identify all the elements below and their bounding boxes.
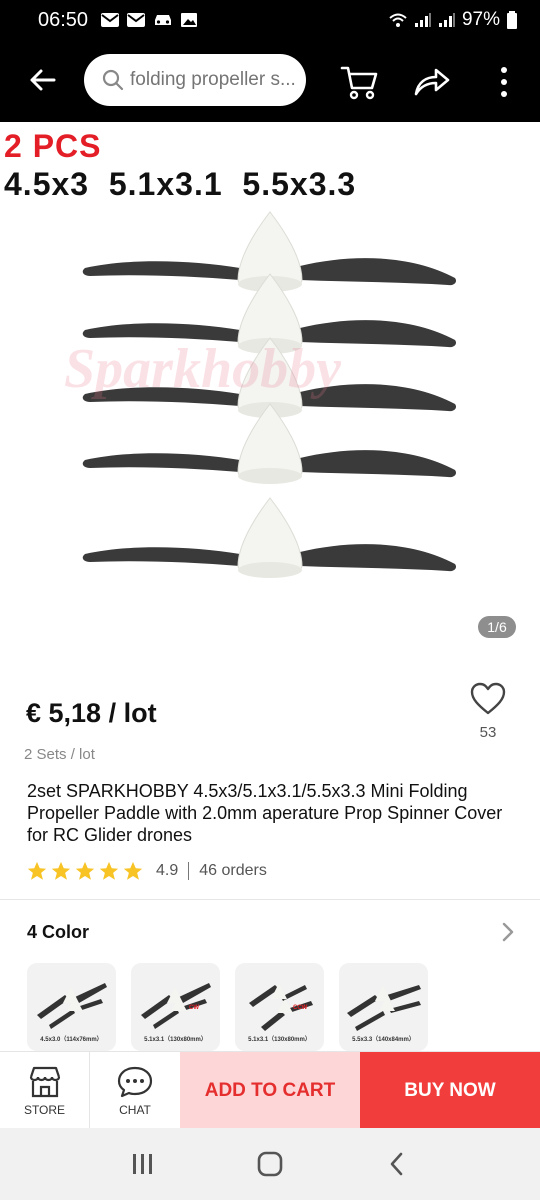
battery-icon — [507, 11, 517, 29]
home-icon — [257, 1151, 283, 1177]
star-icon — [51, 861, 71, 880]
chevron-left-icon — [390, 1152, 402, 1176]
image-icon — [181, 13, 198, 27]
wifi-icon — [389, 13, 407, 27]
status-right: 97% — [388, 9, 518, 31]
bottom-action-bar: STORE CHAT ADD TO CART BUY NOW — [0, 1051, 540, 1129]
share-button[interactable] — [410, 60, 454, 104]
star-icon — [27, 861, 47, 880]
cart-button[interactable] — [338, 60, 382, 104]
watermark: Sparkhobby — [64, 338, 341, 400]
color-option[interactable]: 5.5x3.3（140x84mm） — [339, 963, 428, 1051]
home-button[interactable] — [250, 1144, 290, 1184]
status-time: 06:50 — [38, 8, 89, 31]
orders-count: 46 orders — [199, 862, 267, 879]
store-label: STORE — [23, 1102, 66, 1117]
buy-now-button[interactable]: BUY NOW — [360, 1052, 540, 1129]
wishlist-count: 53 — [479, 724, 497, 741]
color-option-label: 5.1x3.1（130x80mm） — [248, 1037, 311, 1043]
color-options: 4.5x3.0（114x76mm） CW 5.1x3.1（130x80mm） C… — [27, 963, 428, 1051]
more-vertical-icon — [501, 67, 507, 73]
product-price: € 5,18 / lot — [26, 698, 157, 728]
wishlist-button[interactable] — [470, 682, 506, 718]
section-divider — [0, 899, 540, 900]
chat-icon — [117, 1066, 153, 1097]
rating-row[interactable]: 4.9 46 orders — [26, 860, 267, 882]
rating-stars — [26, 860, 144, 882]
mail-icon — [101, 13, 120, 27]
store-button[interactable]: STORE — [0, 1052, 90, 1129]
battery-percent: 97% — [461, 9, 500, 30]
star-icon — [99, 861, 119, 880]
color-option-label: 4.5x3.0（114x76mm） — [40, 1037, 103, 1043]
car-icon — [155, 15, 172, 25]
color-option[interactable]: CW 5.1x3.1（130x80mm） — [131, 963, 220, 1051]
chat-button[interactable]: CHAT — [90, 1052, 180, 1129]
signal-icon — [414, 13, 431, 27]
search-icon — [102, 69, 124, 91]
color-option-label: 5.5x3.3（140x84mm） — [352, 1037, 415, 1043]
image-counter: 1/6 — [478, 616, 516, 638]
color-option-tag: CCW — [293, 1005, 308, 1011]
color-option[interactable]: 4.5x3.0（114x76mm） — [27, 963, 116, 1051]
color-option-tag: CW — [189, 1005, 199, 1011]
notification-icons — [100, 12, 198, 28]
more-options-button[interactable] — [490, 60, 518, 104]
store-icon — [29, 1066, 60, 1097]
rating-value: 4.9 — [156, 862, 179, 879]
color-option-label: 5.1x3.1（130x80mm） — [144, 1037, 207, 1043]
more-vertical-icon — [501, 91, 507, 97]
status-bar: 06:50 97% — [0, 0, 540, 40]
recent-apps-button[interactable] — [123, 1144, 163, 1184]
chat-label: CHAT — [119, 1102, 151, 1117]
system-nav-bar — [0, 1128, 540, 1200]
chevron-right-icon[interactable] — [498, 920, 518, 944]
product-image-carousel[interactable]: 2 PCS 4.5x3 5.1x3.1 5.5x3.3 Sparkhobby 1… — [0, 122, 540, 652]
rating-separator — [188, 862, 190, 880]
star-icon — [75, 861, 95, 880]
cart-icon — [340, 66, 378, 100]
product-title: 2set SPARKHOBBY 4.5x3/5.1x3.1/5.5x3.3 Mi… — [27, 781, 503, 845]
search-box[interactable] — [84, 54, 306, 106]
recent-apps-icon — [133, 1154, 153, 1174]
back-arrow-icon — [30, 69, 56, 91]
more-vertical-icon — [501, 79, 507, 85]
lot-info: 2 Sets / lot — [24, 746, 95, 763]
signal-icon — [438, 13, 455, 27]
heart-icon — [470, 682, 506, 715]
system-back-button[interactable] — [377, 1144, 417, 1184]
back-button[interactable] — [22, 60, 62, 100]
color-option[interactable]: CCW 5.1x3.1（130x80mm） — [235, 963, 324, 1051]
search-input[interactable] — [130, 69, 300, 91]
app-bar — [0, 40, 540, 122]
share-icon — [414, 68, 450, 96]
color-heading[interactable]: 4 Color — [27, 922, 89, 943]
star-icon — [123, 861, 143, 880]
add-to-cart-button[interactable]: ADD TO CART — [180, 1052, 360, 1129]
mail-icon — [127, 13, 146, 27]
